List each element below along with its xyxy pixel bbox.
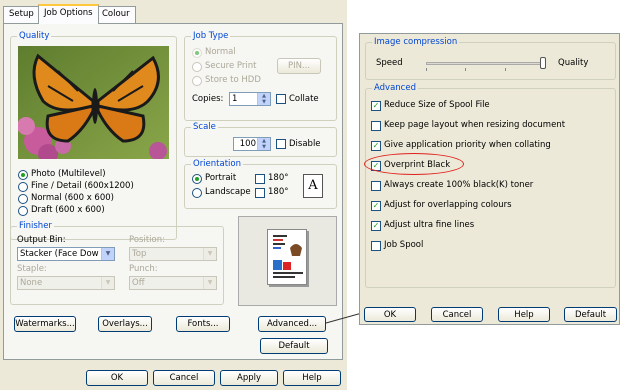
overlapping-colours-checkbox[interactable]: ✓ xyxy=(371,201,381,211)
keep-layout-checkbox[interactable] xyxy=(371,121,381,131)
black-toner-checkbox[interactable] xyxy=(371,181,381,191)
job-spool-checkbox[interactable] xyxy=(371,241,381,251)
app-priority-label: Give application priority when collating xyxy=(384,140,551,150)
job-spool-label: Job Spool xyxy=(384,240,424,250)
app-priority-checkbox[interactable]: ✓ xyxy=(371,141,381,151)
compression-slider-tick-1 xyxy=(426,68,427,71)
overlapping-colours-label: Adjust for overlapping colours xyxy=(384,200,512,210)
advanced-default-button[interactable]: Default xyxy=(564,307,617,322)
fine-lines-checkbox[interactable]: ✓ xyxy=(371,221,381,231)
compression-slider-tick-3 xyxy=(505,68,506,71)
black-toner-label: Always create 100% black(K) toner xyxy=(384,180,534,190)
quality-label: Quality xyxy=(558,58,589,68)
compression-slider-thumb[interactable] xyxy=(540,57,546,69)
fine-lines-label: Adjust ultra fine lines xyxy=(384,220,475,230)
advanced-cancel-button[interactable]: Cancel xyxy=(431,307,483,322)
advanced-dialog: Image compression Speed Quality Advanced… xyxy=(359,33,620,325)
advanced-title: Advanced xyxy=(372,83,418,93)
speed-label: Speed xyxy=(376,58,403,68)
compression-slider-tick-2 xyxy=(465,68,466,71)
advanced-help-button[interactable]: Help xyxy=(498,307,550,322)
advanced-ok-button[interactable]: OK xyxy=(364,307,416,322)
keep-layout-label: Keep page layout when resizing document xyxy=(384,120,566,130)
image-compression-title: Image compression xyxy=(372,37,460,47)
image-compression-group: Image compression Speed Quality xyxy=(365,37,616,80)
overprint-highlight-ellipse xyxy=(364,153,464,175)
reduce-spool-checkbox[interactable]: ✓ xyxy=(371,101,381,111)
tab-job-options[interactable]: Job Options xyxy=(38,4,99,24)
advanced-options-group: Advanced ✓ Reduce Size of Spool File Kee… xyxy=(364,83,616,288)
reduce-spool-label: Reduce Size of Spool File xyxy=(384,100,490,110)
compression-slider-track[interactable] xyxy=(426,62,544,65)
